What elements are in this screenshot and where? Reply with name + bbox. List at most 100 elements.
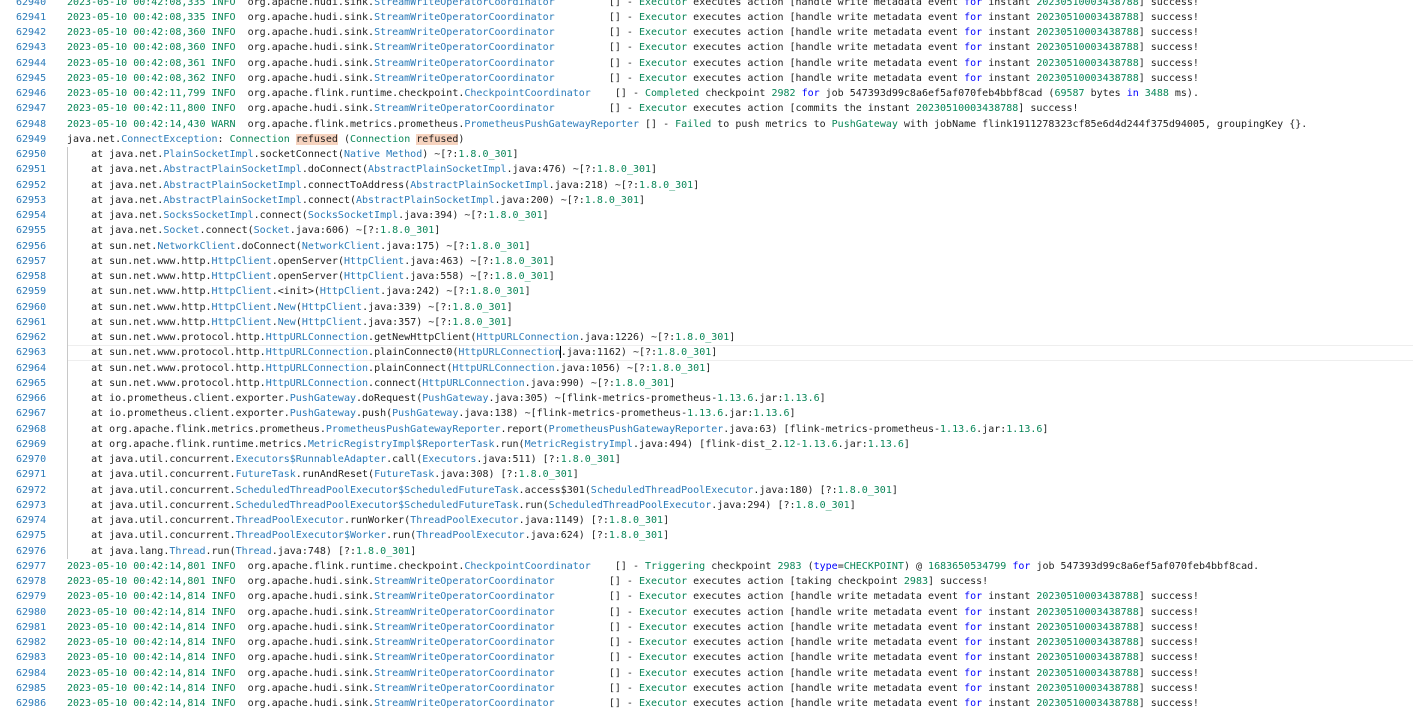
log-line[interactable]: 62975 at java.util.concurrent.ThreadPool… — [0, 528, 1413, 544]
log-line[interactable]: 62951 at java.net.AbstractPlainSocketImp… — [0, 162, 1413, 178]
log-line[interactable]: 62978 2023-05-10 00:42:14,801 INFO org.ap… — [0, 574, 1413, 589]
token: ] — [410, 545, 417, 557]
token: instant — [982, 72, 1037, 84]
log-line[interactable]: 62958 at sun.net.www.http.HttpClient.ope… — [0, 269, 1413, 285]
log-line[interactable]: 62976 at java.lang.Thread.run(Thread.jav… — [0, 543, 1413, 560]
log-line[interactable]: 62940 2023-05-10 00:42:08,335 INFO org.ap… — [0, 0, 1413, 10]
token: ThreadPoolExecutor$Worker — [235, 530, 387, 542]
token: executes action [handle write metadata e… — [687, 621, 965, 633]
log-text: 2023-05-10 00:42:14,814 INFO org.apache.… — [67, 666, 1199, 681]
token: AbstractPlainSocketImpl — [410, 179, 549, 191]
token: Executor — [638, 103, 688, 115]
log-line[interactable]: 62955 at java.net.Socket.connect(Socket.… — [0, 223, 1413, 239]
token: 20230510003438788 — [1036, 27, 1139, 38]
token: .connect( — [301, 194, 356, 206]
log-line[interactable]: 62965 at sun.net.www.protocol.http.HttpU… — [0, 375, 1413, 392]
token: 2023-05-10 00:42:14,801 — [67, 576, 212, 587]
log-text: 2023-05-10 00:42:08,362 INFO org.apache.… — [67, 71, 1199, 86]
token: 1.8.0_301 — [638, 179, 694, 191]
line-number: 62960 — [16, 301, 47, 313]
log-line[interactable]: 62944 2023-05-10 00:42:08,361 INFO org.ap… — [0, 56, 1413, 71]
token: ] success! — [1138, 57, 1199, 69]
token: 2023-05-10 00:42:08,360 — [67, 27, 212, 38]
log-line[interactable]: 62984 2023-05-10 00:42:14,814 INFO org.ap… — [0, 666, 1413, 681]
log-line[interactable]: 62949 java.net.ConnectException: Connecti… — [0, 132, 1413, 147]
log-line[interactable]: 62946 2023-05-10 00:42:11,799 INFO org.ap… — [0, 86, 1413, 101]
token: StreamWriteOperatorCoordinator — [374, 103, 555, 115]
token: executes action [handle write metadata e… — [687, 667, 965, 679]
log-line[interactable]: 62959 at sun.net.www.http.HttpClient.<in… — [0, 284, 1413, 300]
log-line[interactable]: 62973 at java.util.concurrent.ScheduledT… — [0, 497, 1413, 514]
token: PrometheusPushGatewayReporter — [325, 423, 501, 435]
log-line[interactable]: 62985 2023-05-10 00:42:14,814 INFO org.ap… — [0, 681, 1413, 696]
token: org.apache.hudi.sink. — [247, 667, 375, 679]
log-line[interactable]: 62969 at org.apache.flink.runtime.metric… — [0, 436, 1413, 453]
token: .java:1162) ~[?: — [560, 347, 658, 359]
log-line[interactable]: 62960 at sun.net.www.http.HttpClient.New… — [0, 299, 1413, 316]
log-line[interactable]: 62979 2023-05-10 00:42:14,814 INFO org.ap… — [0, 589, 1413, 604]
token: at io.prometheus.client.exporter. — [67, 393, 290, 404]
token: PushGateway — [289, 393, 356, 404]
log-line-current[interactable]: 62963 at sun.net.www.protocol.http.HttpU… — [0, 345, 1413, 361]
log-line[interactable]: 62972 at java.util.concurrent.ScheduledT… — [0, 482, 1413, 499]
log-line[interactable]: 62945 2023-05-10 00:42:08,362 INFO org.ap… — [0, 71, 1413, 86]
log-line[interactable]: 62950 at java.net.PlainSocketImpl.socket… — [0, 147, 1413, 163]
token: .java:494) [flink-dist_2. — [632, 438, 784, 450]
line-number: 62958 — [16, 271, 47, 282]
log-line[interactable]: 62943 2023-05-10 00:42:08,360 INFO org.ap… — [0, 40, 1413, 55]
token: ScheduledThreadPoolExecutor$ScheduledFut… — [235, 499, 519, 511]
token: at sun.net.www.http. — [67, 271, 212, 282]
log-line[interactable]: 62986 2023-05-10 00:42:14,814 INFO org.ap… — [0, 696, 1413, 711]
log-line[interactable]: 62961 at sun.net.www.http.HttpClient.New… — [0, 314, 1413, 331]
log-line[interactable]: 62982 2023-05-10 00:42:14,814 INFO org.ap… — [0, 635, 1413, 650]
token: at java.net. — [67, 225, 164, 237]
token: ) @ — [903, 560, 929, 572]
token: AbstractPlainSocketImpl — [163, 164, 302, 176]
log-line[interactable]: 62947 2023-05-10 00:42:11,800 INFO org.ap… — [0, 101, 1413, 116]
log-viewer[interactable]: 62940 2023-05-10 00:42:08,335 INFO org.ap… — [0, 0, 1413, 711]
token: 1.8.0_301 — [651, 362, 706, 374]
token: executes action [handle write metadata e… — [687, 652, 965, 664]
token: [] - — [554, 57, 639, 69]
token: .run( — [386, 530, 417, 542]
log-line[interactable]: 62941 2023-05-10 00:42:08,335 INFO org.ap… — [0, 10, 1413, 25]
log-line[interactable]: 62942 2023-05-10 00:42:08,360 INFO org.ap… — [0, 25, 1413, 40]
log-line[interactable]: 62967 at io.prometheus.client.exporter.P… — [0, 406, 1413, 422]
log-line[interactable]: 62948 2023-05-10 00:42:14,430 WARN org.ap… — [0, 117, 1413, 132]
token: ] — [663, 530, 670, 542]
token: Native Method — [343, 149, 423, 160]
log-text: at io.prometheus.client.exporter.PushGat… — [67, 391, 826, 407]
log-line[interactable]: 62981 2023-05-10 00:42:14,814 INFO org.ap… — [0, 620, 1413, 635]
token: 20230510003438788 — [1036, 652, 1139, 664]
log-line[interactable]: 62980 2023-05-10 00:42:14,814 INFO org.ap… — [0, 605, 1413, 620]
log-line[interactable]: 62977 2023-05-10 00:42:14,801 INFO org.ap… — [0, 559, 1413, 574]
log-line[interactable]: 62962 at sun.net.www.protocol.http.HttpU… — [0, 330, 1413, 346]
token: StreamWriteOperatorCoordinator — [374, 11, 555, 23]
token: 1.13.6 — [783, 393, 820, 404]
token: [] - — [554, 72, 639, 84]
log-line[interactable]: 62966 at io.prometheus.client.exporter.P… — [0, 391, 1413, 407]
log-line[interactable]: 62968 at org.apache.flink.metrics.promet… — [0, 421, 1413, 438]
log-line[interactable]: 62974 at java.util.concurrent.ThreadPool… — [0, 513, 1413, 529]
log-line[interactable]: 62953 at java.net.AbstractPlainSocketImp… — [0, 192, 1413, 209]
log-line[interactable]: 62954 at java.net.SocksSocketImpl.connec… — [0, 208, 1413, 224]
token: at java.net. — [67, 194, 164, 206]
line-number: 62977 — [16, 560, 47, 572]
log-line[interactable]: 62964 at sun.net.www.protocol.http.HttpU… — [0, 360, 1413, 377]
token: 2982 — [771, 88, 796, 99]
token: ThreadPoolExecutor — [410, 515, 519, 526]
token: checkpoint — [705, 560, 778, 572]
log-text: at org.apache.flink.metrics.prometheus.P… — [67, 421, 1048, 438]
log-line[interactable]: 62957 at sun.net.www.http.HttpClient.ope… — [0, 253, 1413, 270]
log-line[interactable]: 62983 2023-05-10 00:42:14,814 INFO org.ap… — [0, 650, 1413, 665]
token: .connectToAddress( — [301, 179, 411, 191]
line-number: 62973 — [16, 499, 47, 511]
log-line[interactable]: 62956 at sun.net.NetworkClient.doConnect… — [0, 238, 1413, 255]
log-line[interactable]: 62971 at java.util.concurrent.FutureTask… — [0, 467, 1413, 483]
token: executes action [handle write metadata e… — [687, 57, 965, 69]
log-line[interactable]: 62952 at java.net.AbstractPlainSocketImp… — [0, 177, 1413, 194]
token: HttpClient — [301, 316, 363, 328]
token: ] success! — [1138, 591, 1199, 603]
log-line[interactable]: 62970 at java.util.concurrent.Executors$… — [0, 452, 1413, 468]
log-text: 2023-05-10 00:42:14,814 INFO org.apache.… — [67, 681, 1199, 696]
